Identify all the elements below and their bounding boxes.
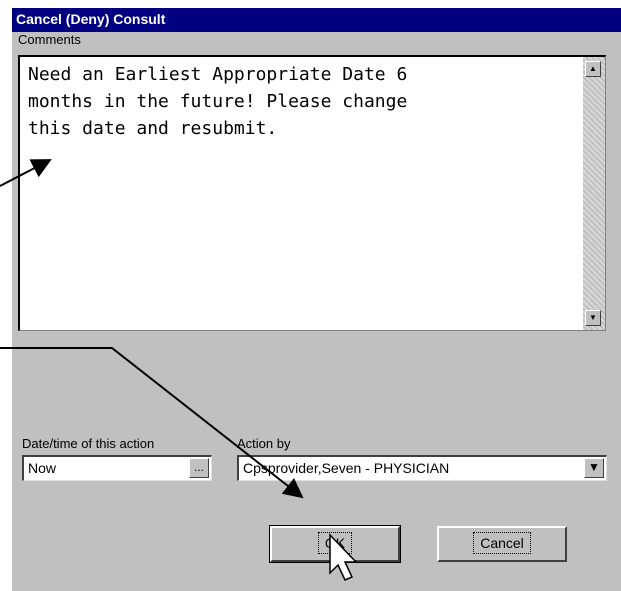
annotation-arrow-comments	[0, 159, 52, 187]
mouse-pointer-icon	[329, 533, 358, 581]
annotation-overlay	[0, 159, 358, 581]
annotation-arrow-ok	[0, 347, 304, 499]
